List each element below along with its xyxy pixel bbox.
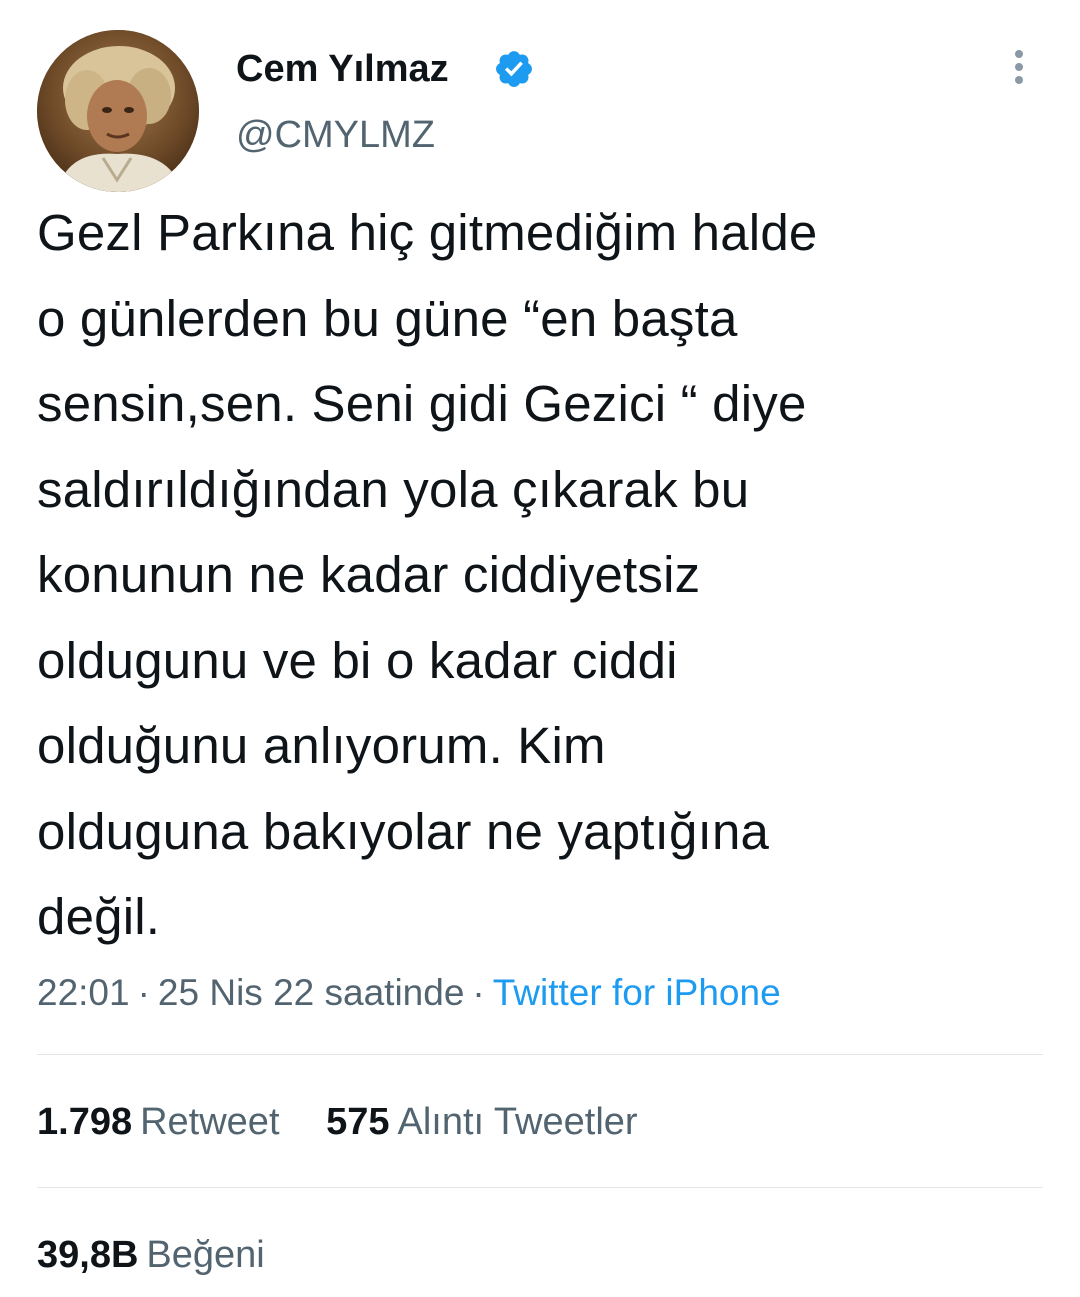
quote-count: 575 [326, 1101, 390, 1143]
more-vertical-icon[interactable] [1006, 46, 1032, 88]
divider [37, 1054, 1043, 1055]
like-count: 39,8B [37, 1234, 139, 1276]
like-label: Beğeni [146, 1234, 265, 1276]
quote-tweets-stat[interactable]: 575 Alıntı Tweetler [326, 1097, 638, 1147]
likes-stat[interactable]: 39,8B Beğeni [37, 1230, 265, 1280]
retweet-count: 1.798 [37, 1101, 133, 1143]
display-name[interactable]: Cem Yılmaz [236, 46, 449, 92]
tweet-time[interactable]: 22:01 [37, 972, 130, 1013]
engagement-stats-row: 1.798 Retweet 575 Alıntı Tweetler [37, 1097, 638, 1147]
tweet-meta: 22:01 · 25 Nis 22 saatinde · Twitter for iPh… [37, 968, 781, 1018]
tweet-source-link[interactable]: Twitter for iPhone [493, 972, 781, 1013]
verified-badge-icon [496, 51, 532, 87]
likes-stats-row: 39,8B Beğeni [37, 1230, 265, 1280]
avatar-photo [37, 30, 199, 192]
tweet-date[interactable]: 25 Nis 22 saatinde [158, 972, 464, 1013]
avatar[interactable] [37, 30, 199, 192]
user-handle[interactable]: @CMYLMZ [236, 112, 435, 158]
meta-separator: · [472, 972, 485, 1013]
retweets-stat[interactable]: 1.798 Retweet [37, 1097, 280, 1147]
retweet-label: Retweet [140, 1101, 280, 1143]
tweet-text: Gezl Parkına hiç gitmediğim halde o günl… [37, 204, 818, 945]
quote-label: Alıntı Tweetler [397, 1101, 638, 1143]
divider [37, 1187, 1043, 1188]
meta-separator: · [137, 972, 150, 1013]
tweet-detail: Cem Yılmaz @CMYLMZ Gezl Parkına hiç gitm… [0, 0, 1080, 1297]
